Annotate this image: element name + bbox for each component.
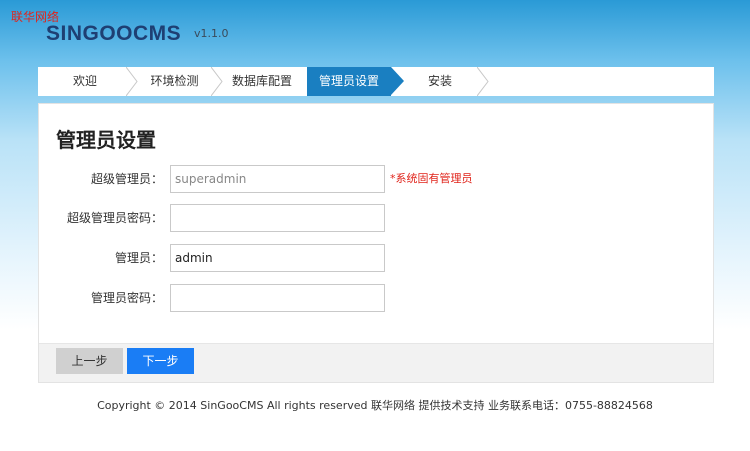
step-label: 安装 [427,74,452,88]
step-admin-settings: 管理员设置 [307,67,404,96]
button-bar: 上一步 下一步 [39,343,713,382]
chevron-separator-icon [126,67,138,96]
active-step-arrow [391,67,404,95]
chevron-separator-icon [477,67,489,96]
page-title: 管理员设置 [56,128,156,152]
step-install: 安装 [391,67,489,96]
step-db-config: 数据库配置 [217,67,307,96]
prev-step-button[interactable]: 上一步 [56,348,123,374]
admin-settings-panel: 管理员设置 超级管理员： *系统固有管理员 超级管理员密码： 管理员： 管理员密… [38,103,714,383]
super-admin-password-input[interactable] [170,204,385,232]
admin-password-label: 管理员密码： [90,291,163,305]
super-admin-password-row: 超级管理员密码： [39,204,715,232]
super-admin-label: 超级管理员： [90,172,163,186]
logo-version: v1.1.0 [194,27,229,40]
super-admin-input[interactable] [170,165,385,193]
admin-password-input[interactable] [170,284,385,312]
step-label: 管理员设置 [318,74,379,88]
copyright-text: Copyright © 2014 SinGooCMS All rights re… [97,399,653,412]
super-admin-row: 超级管理员： *系统固有管理员 [39,165,715,193]
step-label: 环境检测 [150,74,199,88]
step-label: 数据库配置 [231,74,292,88]
admin-label: 管理员： [114,251,163,265]
super-admin-hint: *系统固有管理员 [390,172,473,185]
step-welcome: 欢迎 [38,67,138,96]
chevron-separator-icon [211,67,223,96]
admin-row: 管理员： [39,244,715,272]
next-step-button[interactable]: 下一步 [127,348,194,374]
step-env-check: 环境检测 [132,67,223,96]
step-label: 欢迎 [72,74,97,88]
logo-name: SINGOOCMS [46,22,182,45]
logo: SINGOOCMS v1.1.0 [46,22,229,46]
step-progress-bar: 欢迎 环境检测 数据库配置 管理员设置 安装 [38,67,714,96]
super-admin-password-label: 超级管理员密码： [66,211,163,225]
admin-input[interactable] [170,244,385,272]
admin-password-row: 管理员密码： [39,284,715,312]
